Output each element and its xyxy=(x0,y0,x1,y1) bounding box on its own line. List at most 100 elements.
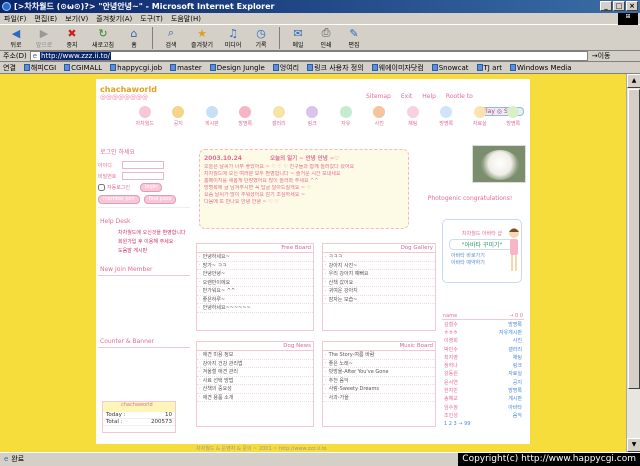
search-button[interactable]: ⌕ 검색 xyxy=(158,26,184,49)
topnav-exit[interactable]: Exit xyxy=(401,93,412,100)
link-item[interactable]: happycgi.job xyxy=(110,64,162,72)
menu-view[interactable]: 보기(V) xyxy=(65,14,88,24)
home-button[interactable]: ⌂ 홈 xyxy=(121,27,147,49)
topnav-rootle[interactable]: Rootle to xyxy=(446,93,473,100)
list-item[interactable]: · 애견 용품 소개 xyxy=(197,394,313,402)
member-join-button[interactable]: member join xyxy=(98,195,140,204)
list-item[interactable]: · 사과-가을 xyxy=(323,394,435,402)
list-item[interactable]: · 안녕하세요~ xyxy=(197,253,313,262)
address-input[interactable]: e http://www.zzz.ii.to/ xyxy=(29,51,588,61)
list-item[interactable]: · 강아지 사진~ xyxy=(323,262,435,270)
nav-item[interactable]: 공지 xyxy=(166,106,190,127)
remember-checkbox[interactable] xyxy=(98,184,105,191)
table-row[interactable]: 임수정 아바타 xyxy=(442,403,524,411)
nav-item[interactable]: 채팅 xyxy=(401,106,425,127)
menu-favorites[interactable]: 즐겨찾기(A) xyxy=(96,14,132,24)
counter-banner[interactable]: chachaworld xyxy=(103,402,175,412)
scroll-up-icon[interactable]: ▲ xyxy=(627,74,640,88)
list-item[interactable]: · 겨울철 애견 관리 xyxy=(197,368,313,377)
password-input[interactable] xyxy=(122,172,164,180)
nav-item[interactable]: 방명록 xyxy=(501,106,525,127)
nav-item[interactable]: 차차월드 xyxy=(133,106,157,127)
list-item[interactable]: · 안녕안녕~ xyxy=(197,270,313,279)
list-item[interactable]: · 강아지 건강 관리법 xyxy=(197,360,313,368)
topnav-help[interactable]: Help xyxy=(422,93,436,100)
link-item[interactable]: Snowcat xyxy=(431,64,469,72)
list-item[interactable]: · 사료 선택 방법 xyxy=(197,377,313,385)
nav-item[interactable]: 링크 xyxy=(300,106,324,127)
list-item[interactable]: · ㅋㅋㅋ xyxy=(323,253,435,262)
music-board-title[interactable]: Music Board xyxy=(399,343,433,349)
table-row[interactable]: 이영희 사진 xyxy=(442,337,524,345)
login-button[interactable]: login xyxy=(140,183,163,192)
table-row[interactable]: 조인성 음악 xyxy=(442,411,524,419)
list-item[interactable]: · 애견 미용 정보 xyxy=(197,351,313,360)
link-item[interactable]: 링크 사용자 정의 xyxy=(307,63,364,73)
list-item[interactable]: · 사랑-Sweety Dreams xyxy=(323,385,435,394)
topnav-sitemap[interactable]: Sitemap xyxy=(366,93,391,100)
list-item[interactable]: · 좋은하루~ xyxy=(197,296,313,304)
mail-button[interactable]: ✉ 메일 xyxy=(285,27,311,49)
nav-item[interactable]: 게시판 xyxy=(200,106,224,127)
scroll-thumb[interactable] xyxy=(628,89,640,389)
close-button[interactable]: × xyxy=(626,1,638,11)
refresh-button[interactable]: ↻ 새로고침 xyxy=(87,27,119,49)
table-row[interactable]: 정하나 링크 xyxy=(442,361,524,369)
scroll-down-icon[interactable]: ▼ xyxy=(627,438,640,452)
media-button[interactable]: ♫ 미디어 xyxy=(220,27,246,49)
link-item[interactable]: 엉여리 xyxy=(272,63,299,73)
link-item[interactable]: TJ art xyxy=(476,64,502,72)
nav-item[interactable]: 자료실 xyxy=(468,106,492,127)
list-item[interactable]: · 반가워요~ ^^ xyxy=(197,287,313,296)
list-item[interactable]: · 빗방울-After You've Gone xyxy=(323,368,435,377)
nav-item[interactable]: 자유 xyxy=(334,106,358,127)
edit-button[interactable]: ✎ 편집 xyxy=(341,27,367,49)
menu-file[interactable]: 파일(F) xyxy=(4,14,26,24)
help-item[interactable]: 차차월드에 오신것을 환영합니다 xyxy=(118,229,190,236)
table-row[interactable]: 박민수 갤러리 xyxy=(442,345,524,353)
menu-edit[interactable]: 편집(E) xyxy=(34,14,57,24)
dog-news-title[interactable]: Dog News xyxy=(283,343,311,349)
list-item[interactable]: · 잠자는 모습~ xyxy=(323,296,435,304)
list-item[interactable]: · 추천 음악 xyxy=(323,377,435,385)
table-row[interactable]: ㅎㅎㅎ 자유게시판 xyxy=(442,328,524,336)
maximize-button[interactable]: □ xyxy=(613,1,625,11)
menu-tools[interactable]: 도구(T) xyxy=(140,14,163,24)
list-item[interactable]: · 산책의 중요성 xyxy=(197,385,313,394)
list-item[interactable]: · 산책 갔어요 xyxy=(323,279,435,287)
list-item[interactable]: · 귀여운 강아지 xyxy=(323,287,435,296)
nav-item[interactable]: 방명록 xyxy=(233,106,257,127)
pagination[interactable]: 1 2 3 → 99 xyxy=(442,420,524,428)
help-item[interactable]: 도움말 게시판 xyxy=(118,247,190,254)
list-item[interactable]: · 오랜만이에요 xyxy=(197,279,313,287)
id-input[interactable] xyxy=(122,161,164,169)
print-button[interactable]: ⎙ 인쇄 xyxy=(313,26,339,49)
minimize-button[interactable]: _ xyxy=(600,1,612,11)
link-item[interactable]: master xyxy=(170,64,202,72)
list-item[interactable]: · 좋은 노래~ xyxy=(323,360,435,368)
link-item[interactable]: 해피CGI xyxy=(23,63,56,73)
link-item[interactable]: Windows Media xyxy=(510,64,572,72)
site-logo[interactable]: chachaworld @@@@@@@@ xyxy=(100,85,157,101)
history-button[interactable]: ◷ 기록 xyxy=(248,27,274,49)
table-row[interactable]: 윤서연 공지 xyxy=(442,378,524,386)
stop-button[interactable]: ✖ 중지 xyxy=(59,27,85,49)
memo-title[interactable]: 오늘의 일기 ~ 안녕 안녕 ~♡ xyxy=(270,156,339,162)
list-item[interactable]: · The Story-여름 바람 xyxy=(323,351,435,360)
table-row[interactable]: 김철수 방명록 xyxy=(442,320,524,328)
table-row[interactable]: 강동원 자료실 xyxy=(442,370,524,378)
table-row[interactable]: 송혜교 게시판 xyxy=(442,395,524,403)
menu-help[interactable]: 도움말(H) xyxy=(171,14,201,24)
dog-photo[interactable] xyxy=(472,145,526,183)
go-button[interactable]: →이동 xyxy=(592,51,611,61)
list-item[interactable]: · 안녕하세요~~~~~~ xyxy=(197,304,313,313)
free-board-title[interactable]: Free Board xyxy=(281,245,311,251)
find-pass-button[interactable]: find pass xyxy=(143,195,177,204)
table-row[interactable]: 최지영 채팅 xyxy=(442,353,524,361)
link-item[interactable]: 웨에이미자닷컴 xyxy=(371,63,424,73)
help-item[interactable]: 회원가입 후 이용해 주세요 xyxy=(118,238,190,245)
list-item[interactable]: · 우리 강아지 예뻐요 xyxy=(323,270,435,279)
nav-item[interactable]: 방명록 xyxy=(434,106,458,127)
vertical-scrollbar[interactable]: ▲ ▼ xyxy=(626,74,640,452)
nav-item[interactable]: 갤러리 xyxy=(267,106,291,127)
